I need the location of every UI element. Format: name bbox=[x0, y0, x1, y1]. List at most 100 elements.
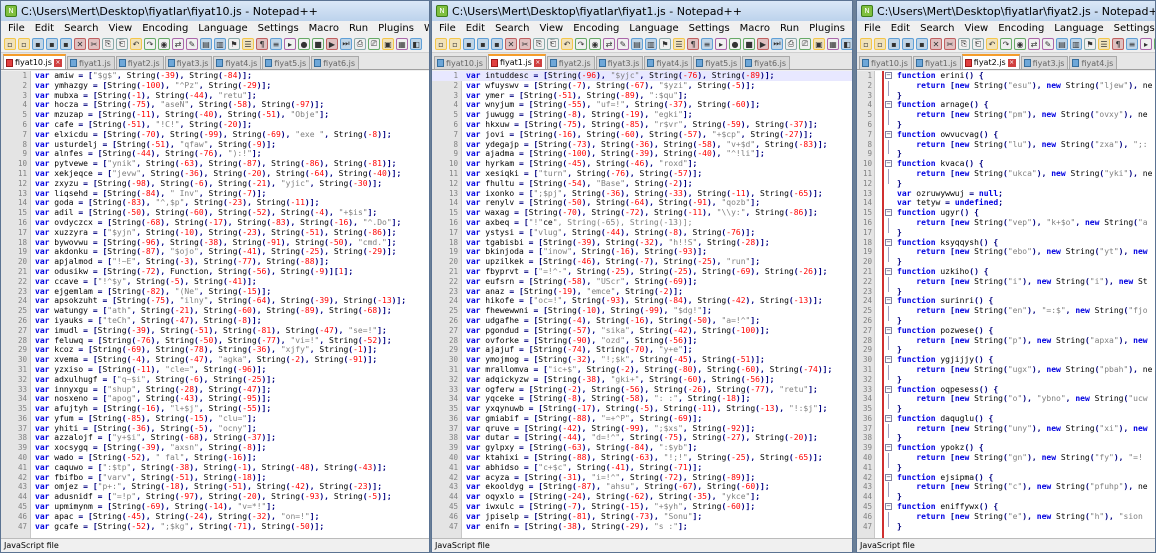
code-line[interactable]: 47 var gcafe = [String(-52), ";$kg", Stri… bbox=[1, 522, 429, 532]
code-line[interactable]: 46 return [new String("e"), new String("… bbox=[857, 511, 1155, 522]
menu-search[interactable]: Search bbox=[915, 23, 959, 34]
tab-fiyat4-js[interactable]: fiyat4.js bbox=[213, 56, 262, 69]
toolbar-button-icon[interactable]: ● bbox=[298, 38, 310, 50]
code-line[interactable]: 25 return [new String("en"), "=:$", new … bbox=[857, 306, 1155, 317]
code-line[interactable]: 2 var wfuyswv = [String(-7), String(-67),… bbox=[432, 81, 852, 91]
code-line[interactable]: 32} bbox=[857, 374, 1155, 385]
code-line[interactable]: 18 var bywovwu = [String(-96), String(-38… bbox=[1, 238, 429, 248]
menu-view[interactable]: View bbox=[959, 23, 993, 34]
code-line[interactable]: 33 − function oqpesess() { bbox=[857, 385, 1155, 395]
code-line[interactable]: 25 var fhewewwni = [String(-10), String(-… bbox=[432, 306, 852, 316]
toolbar-button-icon[interactable]: ↷ bbox=[144, 38, 156, 50]
menu-settings[interactable]: Settings bbox=[1109, 23, 1155, 34]
toolbar-button-icon[interactable]: ✕ bbox=[930, 38, 942, 50]
code-line[interactable]: 18 var tgabisbi = [String(-39), String(-3… bbox=[432, 238, 852, 248]
code-line[interactable]: 28 var ovforke = [String(-90), "ozd", Str… bbox=[432, 336, 852, 346]
title-bar[interactable]: N C:\Users\Mert\Desktop\fiyatlar\fiyat10.… bbox=[1, 1, 429, 21]
menu-language[interactable]: Language bbox=[624, 23, 683, 34]
menu-search[interactable]: Search bbox=[490, 23, 534, 34]
tab-fiyat1-js[interactable]: fiyat1.js × bbox=[487, 54, 546, 69]
tab-fiyat5-js[interactable]: fiyat5.js bbox=[262, 56, 311, 69]
code-line[interactable]: 35 var afujtyh = [String(-16), "l+$j", St… bbox=[1, 404, 429, 414]
toolbar-button-icon[interactable]: ◧ bbox=[841, 38, 852, 50]
code-line[interactable]: 33 var ogferw = [String(-2), String(-56),… bbox=[432, 385, 852, 395]
code-line[interactable]: 17 var ystysi = ["vlug", String(-44), Str… bbox=[432, 228, 852, 238]
code-line[interactable]: 3} bbox=[857, 90, 1155, 101]
toolbar-button-icon[interactable]: ▤ bbox=[1056, 38, 1068, 50]
code-line[interactable]: 28 var feluwq = [String(-76), String(-50)… bbox=[1, 336, 429, 346]
code-line[interactable]: 30 − function ygjijjy() { bbox=[857, 355, 1155, 365]
tab-fiyat2-js[interactable]: fiyat2.js bbox=[115, 56, 164, 69]
toolbar-button-icon[interactable]: ⇄ bbox=[172, 38, 184, 50]
tab-fiyat3-js[interactable]: fiyat3.js bbox=[1020, 56, 1069, 69]
code-line[interactable]: 29} bbox=[857, 345, 1155, 355]
menu-file[interactable]: File bbox=[3, 23, 30, 34]
toolbar-button-icon[interactable]: ↷ bbox=[1000, 38, 1012, 50]
toolbar-button-icon[interactable]: ¶ bbox=[1112, 38, 1124, 50]
code-line[interactable]: 14 var tetyw = undefined; bbox=[857, 198, 1155, 208]
code-line[interactable]: 35 var yxqynuwb = [String(-17), String(-5… bbox=[432, 404, 852, 414]
code-line[interactable]: 23} bbox=[857, 286, 1155, 297]
menu-view[interactable]: View bbox=[534, 23, 568, 34]
code-line[interactable]: 10 var hyrkam = [String(-45), String(-46)… bbox=[432, 159, 852, 169]
code-line[interactable]: 1 var intuddesc = [String(-96), "$yjc", S… bbox=[432, 71, 852, 81]
code-line[interactable]: 25 var watungy = ["ath", String(-21), Str… bbox=[1, 306, 429, 316]
code-line[interactable]: 2 var ymhazgy = [String(-100), "^Pz", Str… bbox=[1, 81, 429, 91]
menu-file[interactable]: File bbox=[859, 23, 886, 34]
tab-fiyat3-js[interactable]: fiyat3.js bbox=[164, 56, 213, 69]
code-line[interactable]: 36 var yfum = [String(-85), String(-15), … bbox=[1, 414, 429, 424]
menu-macro[interactable]: Macro bbox=[304, 23, 344, 34]
tab-fiyat10-js[interactable]: fiyat10.js bbox=[434, 56, 487, 69]
toolbar-button-icon[interactable]: ▥ bbox=[645, 38, 657, 50]
toolbar-button-icon[interactable]: ✂ bbox=[519, 38, 531, 50]
toolbar-button-icon[interactable]: ⏭ bbox=[340, 38, 352, 50]
code-line[interactable]: 44 var adusnidf = ["=!p", String(-97), St… bbox=[1, 492, 429, 502]
code-line[interactable]: 47} bbox=[857, 521, 1155, 532]
fold-toggle-icon[interactable]: − bbox=[885, 356, 892, 364]
code-line[interactable]: 43 var omjez = ["p+:", String(-18), Strin… bbox=[1, 482, 429, 492]
toolbar-button-icon[interactable]: ▶ bbox=[757, 38, 769, 50]
code-line[interactable]: 40 var wado = [String(-52), " fal", Strin… bbox=[1, 453, 429, 463]
code-line[interactable]: 15 var adil = [String(-50), String(-60), … bbox=[1, 208, 429, 218]
tab-fiyat1-js[interactable]: fiyat1.js bbox=[66, 56, 115, 69]
code-line[interactable]: 41} bbox=[857, 462, 1155, 473]
toolbar-button-icon[interactable]: ⇄ bbox=[1028, 38, 1040, 50]
code-line[interactable]: 31 var yzxiso = [String(-11), "cle=", Str… bbox=[1, 365, 429, 375]
menu-encoding[interactable]: Encoding bbox=[568, 23, 624, 34]
code-line[interactable]: 11 var xesiqki = ["turn", String(-76), St… bbox=[432, 169, 852, 179]
code-line[interactable]: 34 var yqceke = [String(-8), String(-58),… bbox=[432, 394, 852, 404]
toolbar-button-icon[interactable]: ▸ bbox=[1140, 38, 1152, 50]
code-line[interactable]: 9 var alnfes = [String(-44), String(-76),… bbox=[1, 149, 429, 159]
menu-plugins[interactable]: Plugins bbox=[373, 23, 419, 34]
code-line[interactable]: 3 var ymer = [String(-51), String(-89), "… bbox=[432, 91, 852, 101]
menu-window[interactable]: Window bbox=[419, 23, 429, 34]
code-line[interactable]: 32 var adxulhugf = ["q~$i", String(-6), S… bbox=[1, 375, 429, 385]
menu-view[interactable]: View bbox=[103, 23, 137, 34]
code-line[interactable]: 44} bbox=[857, 492, 1155, 502]
notepad-window-fiyat10[interactable]: N C:\Users\Mert\Desktop\fiyatlar\fiyat10.… bbox=[0, 0, 430, 553]
toolbar-button-icon[interactable]: ⎚ bbox=[799, 38, 811, 50]
code-line[interactable]: 20} bbox=[857, 257, 1155, 267]
toolbar-button-icon[interactable]: ⚑ bbox=[659, 38, 671, 50]
code-line[interactable]: 45 − function eniffywx() { bbox=[857, 502, 1155, 512]
fold-toggle-icon[interactable]: − bbox=[885, 297, 892, 305]
toolbar-button-icon[interactable]: ▣ bbox=[382, 38, 394, 50]
tab-fiyat6-js[interactable]: fiyat6.js bbox=[311, 56, 359, 69]
fold-toggle-icon[interactable]: − bbox=[885, 209, 892, 217]
code-line[interactable]: 19 return [new String("ebo"), new String… bbox=[857, 247, 1155, 258]
fold-toggle-icon[interactable]: − bbox=[885, 473, 892, 481]
code-line[interactable]: 17 var xuzzyra = ["$yjn", String(-10), St… bbox=[1, 228, 429, 238]
fold-toggle-icon[interactable]: − bbox=[885, 238, 892, 246]
fold-toggle-icon[interactable]: − bbox=[885, 160, 892, 168]
code-line[interactable]: 39 var gylpxy = [String(-63), String(-84)… bbox=[432, 443, 852, 453]
menu-settings[interactable]: Settings bbox=[684, 23, 735, 34]
code-line[interactable]: 21 var fbyprvt = ["=!^-", String(-25), St… bbox=[432, 267, 852, 277]
toolbar-button-icon[interactable]: ▪ bbox=[888, 38, 900, 50]
close-tab-icon[interactable]: × bbox=[1007, 58, 1016, 67]
code-line[interactable]: 22 var ccave = ["!^$y", String(-5), Strin… bbox=[1, 277, 429, 287]
toolbar-button-icon[interactable]: ▤ bbox=[631, 38, 643, 50]
menu-run[interactable]: Run bbox=[775, 23, 804, 34]
code-line[interactable]: 46 var apac = [String(-45), String(-24), … bbox=[1, 512, 429, 522]
title-bar[interactable]: N C:\Users\Mert\Desktop\fiyatlar\fiyat2.j… bbox=[857, 1, 1155, 21]
code-line[interactable]: 38 var dutar = [String(-44), "d=!^", Stri… bbox=[432, 433, 852, 443]
